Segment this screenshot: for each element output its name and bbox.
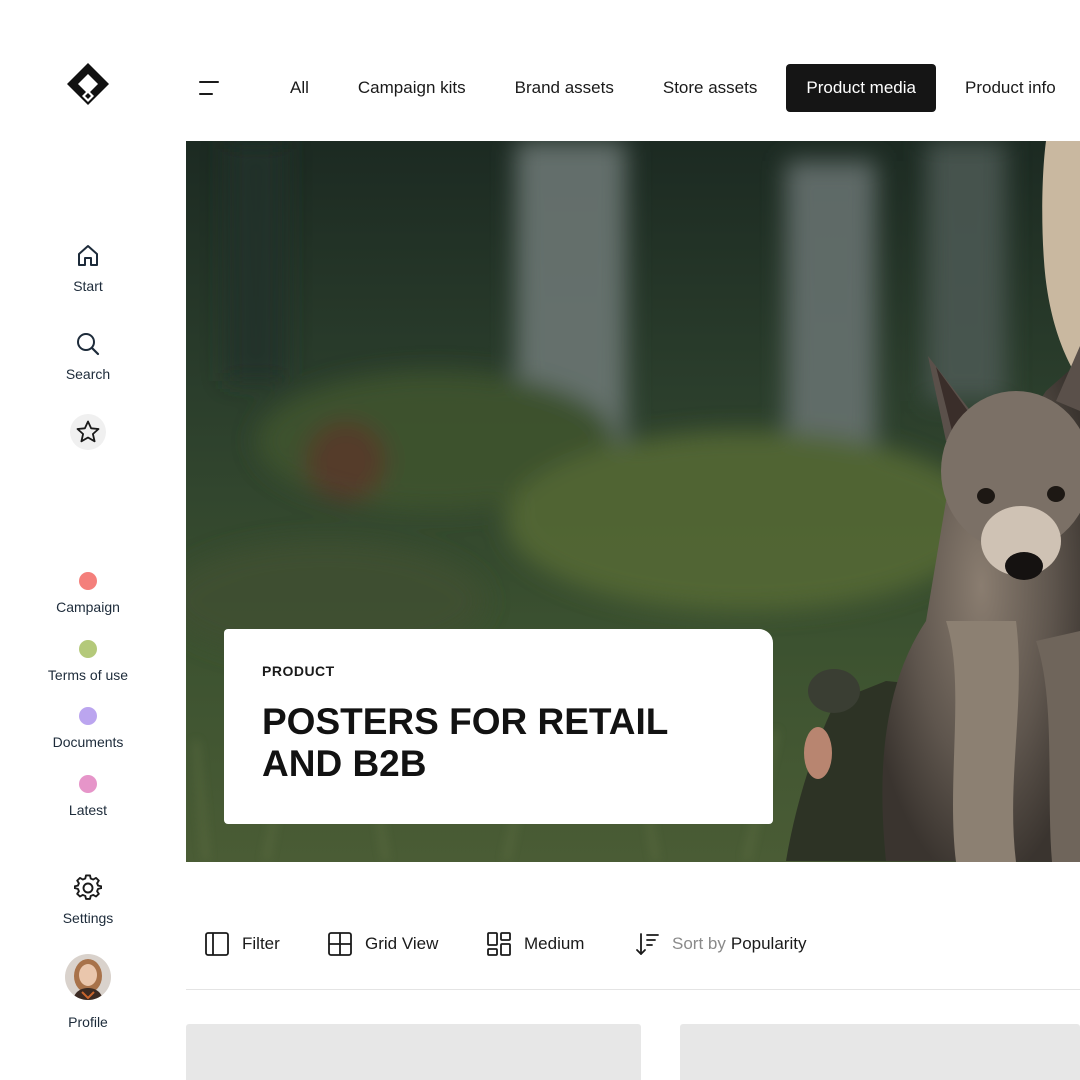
- nav-start-label: Start: [73, 278, 103, 294]
- home-icon: [78, 245, 98, 266]
- nav-start[interactable]: Start: [0, 242, 176, 294]
- menu-toggle-button[interactable]: [196, 76, 224, 100]
- size-button[interactable]: Medium: [486, 930, 584, 958]
- hero-banner[interactable]: PRODUCT POSTERS FOR RETAIL AND B2B: [186, 141, 1080, 862]
- nav-search-label: Search: [65, 366, 111, 382]
- tab-brand-assets[interactable]: Brand assets: [495, 64, 634, 112]
- filter-button[interactable]: Filter: [204, 930, 280, 958]
- tab-store-assets[interactable]: Store assets: [643, 64, 778, 112]
- gear-icon: [74, 874, 102, 900]
- category-label: Documents: [52, 734, 124, 750]
- nav-settings-label: Settings: [62, 910, 114, 926]
- filter-label: Filter: [242, 934, 280, 953]
- layout-icon: [487, 932, 511, 956]
- sort-value: Popularity: [730, 934, 807, 953]
- category-dot: [79, 640, 97, 658]
- nav-settings[interactable]: Settings: [0, 874, 176, 926]
- sort-prefix: Sort by: [672, 934, 726, 953]
- category-documents[interactable]: Documents: [0, 707, 176, 750]
- hero-title: POSTERS FOR RETAIL AND B2B: [262, 701, 668, 784]
- results-toolbar: Filter Grid View Medium Sort by Populari…: [186, 900, 1080, 990]
- tab-campaign-kits[interactable]: Campaign kits: [338, 64, 486, 112]
- sidebar: Start Search Campaign Terms of use Docum…: [0, 0, 176, 1080]
- grid-view-button[interactable]: Grid View: [327, 930, 438, 958]
- category-terms[interactable]: Terms of use: [0, 640, 176, 683]
- category-label: Latest: [68, 802, 108, 818]
- category-latest[interactable]: Latest: [0, 775, 176, 818]
- category-dot: [79, 707, 97, 725]
- favorites-button[interactable]: [70, 414, 106, 450]
- star-icon: [76, 420, 100, 443]
- nav-profile-label: Profile: [68, 1014, 108, 1030]
- category-dot: [79, 775, 97, 793]
- category-label: Terms of use: [47, 667, 129, 683]
- size-label: Medium: [524, 934, 585, 953]
- category-label: Campaign: [56, 599, 120, 615]
- search-icon: [77, 333, 100, 356]
- avatar: [65, 954, 111, 1000]
- nav-search[interactable]: Search: [0, 330, 176, 382]
- sort-button[interactable]: Sort by Popularity: [634, 930, 806, 958]
- asset-card[interactable]: [680, 1024, 1080, 1080]
- category-tabs: All Campaign kits Brand assets Store ass…: [270, 64, 1080, 112]
- grid-icon: [328, 932, 352, 956]
- grid-view-label: Grid View: [365, 934, 439, 953]
- hero-kicker: PRODUCT: [262, 663, 335, 679]
- tab-product-media[interactable]: Product media: [786, 64, 936, 112]
- tab-product-info[interactable]: Product info: [945, 64, 1076, 112]
- hero-card[interactable]: PRODUCT POSTERS FOR RETAIL AND B2B: [224, 629, 773, 824]
- sidebar-panel-icon: [205, 932, 229, 956]
- menu-icon: [199, 81, 219, 95]
- category-campaign[interactable]: Campaign: [0, 572, 176, 615]
- nav-profile[interactable]: Profile: [0, 954, 176, 1030]
- asset-card[interactable]: [186, 1024, 641, 1080]
- sort-icon: [636, 933, 659, 955]
- tab-all[interactable]: All: [270, 64, 329, 112]
- category-dot: [79, 572, 97, 590]
- brand-logo[interactable]: [64, 60, 112, 108]
